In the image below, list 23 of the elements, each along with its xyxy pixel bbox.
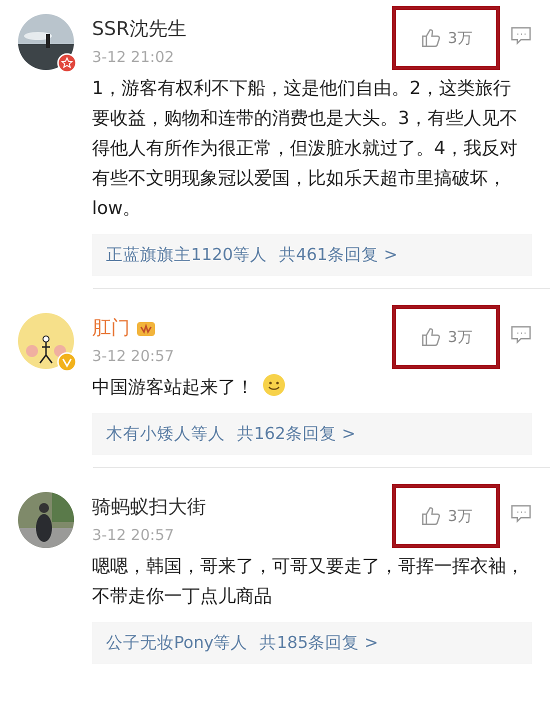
comment-icon[interactable] bbox=[510, 325, 532, 345]
like-button[interactable]: 3万 bbox=[392, 6, 500, 70]
replies-link[interactable]: 公子无妆Pony等人 共185条回复 > bbox=[92, 622, 532, 664]
thumbs-up-icon[interactable] bbox=[420, 326, 442, 348]
user-name[interactable]: SSR沈先生 bbox=[92, 16, 186, 42]
comment-time: 3-12 21:02 bbox=[92, 48, 176, 66]
user-name[interactable]: 肛门 bbox=[92, 315, 130, 341]
comment-text: 中国游客站起来了！ bbox=[92, 373, 532, 403]
comment-icon[interactable] bbox=[510, 26, 532, 46]
star-badge-icon bbox=[57, 53, 77, 73]
like-button[interactable]: 3万 bbox=[392, 484, 500, 548]
verified-badge-icon bbox=[57, 352, 77, 372]
comment-time: 3-12 20:57 bbox=[92, 526, 176, 544]
comment-icon[interactable] bbox=[510, 504, 532, 524]
thumbs-up-icon[interactable] bbox=[420, 27, 442, 49]
comment-text: 嗯嗯，韩国，哥来了，可哥又要走了，哥挥一挥衣袖，不带走你一丁点儿商品 bbox=[92, 555, 525, 609]
comment-time: 3-12 20:57 bbox=[92, 347, 176, 365]
replies-link[interactable]: 正蓝旗旗主1120等人 共461条回复 > bbox=[92, 234, 532, 276]
thumbs-up-icon[interactable] bbox=[420, 505, 442, 527]
like-button[interactable]: 3万 bbox=[392, 305, 500, 369]
user-name[interactable]: 骑蚂蚁扫大街 bbox=[92, 494, 206, 520]
comment-text: 1，游客有权利不下船，这是他们自由。2，这类旅行要收益，购物和连带的消费也是大头。3，有些人见不得他人有所作为很正常，但泼脏水就过了。4，我反对有些不文明现象冠以爱国，比如乐天超市里搞破坏，low。 bbox=[92, 77, 518, 221]
replies-link[interactable]: 木有小矮人等人 共162条回复 > bbox=[92, 413, 532, 455]
